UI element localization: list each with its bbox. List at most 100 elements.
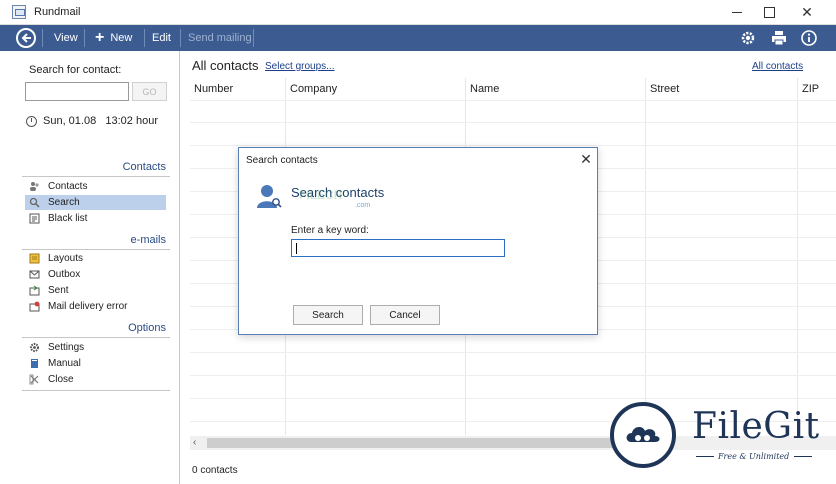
row-divider: [190, 352, 836, 353]
row-divider: [190, 122, 836, 123]
section-header-contacts: Contacts: [22, 161, 170, 177]
section-header-options: Options: [22, 322, 170, 338]
back-icon: [21, 33, 31, 43]
column-header-street[interactable]: Street: [650, 83, 679, 95]
filegit-tagline: Free & Unlimited: [718, 452, 790, 461]
send-mailing-button[interactable]: Send mailing: [188, 25, 252, 51]
maximize-button[interactable]: [750, 0, 788, 25]
plus-icon: +: [95, 29, 105, 46]
dialog-close-button[interactable]: ✕: [578, 151, 594, 167]
sidebar-item-label: Contacts: [48, 181, 88, 192]
search-contacts-dialog: Search contacts ✕ Search contacts FILECR…: [238, 147, 598, 335]
filecr-watermark: FILECR: [299, 188, 343, 202]
toolbar-separator: [144, 29, 145, 47]
column-divider: [645, 78, 646, 435]
select-groups-link[interactable]: Select groups...: [265, 61, 334, 72]
sidebar-item-label: Mail delivery error: [48, 301, 128, 312]
datetime-text: Sun, 01.08 13:02 hour: [43, 115, 158, 127]
title-bar: Rundmail ✕: [0, 0, 836, 25]
contacts-count: 0 contacts: [192, 465, 238, 476]
sidebar-item-black-list[interactable]: Black list: [25, 211, 166, 226]
filegit-logo: [610, 402, 676, 468]
clock-icon: [26, 115, 37, 127]
toolbar-separator: [42, 29, 43, 47]
sidebar-item-label: Close: [48, 374, 74, 385]
filegit-brand-name: FileGit: [692, 406, 820, 447]
sidebar-item-label: Manual: [48, 358, 81, 369]
cancel-button[interactable]: Cancel: [370, 305, 440, 325]
row-divider: [190, 145, 836, 146]
sidebar-item-layouts[interactable]: Layouts: [25, 251, 166, 266]
row-divider: [190, 100, 836, 101]
toolbar-separator: [84, 29, 85, 47]
filegit-watermark: FileGit Free & Unlimited: [608, 400, 833, 470]
toolbar-separator: [253, 29, 254, 47]
scrollbar-thumb[interactable]: [207, 438, 627, 448]
keyword-label: Enter a key word:: [291, 225, 369, 236]
sidebar-item-label: Black list: [48, 213, 88, 224]
column-header-number[interactable]: Number: [194, 83, 233, 95]
tagline-divider: [794, 456, 812, 457]
outbox-icon: [29, 270, 40, 279]
new-button[interactable]: + New: [95, 25, 132, 51]
window-title: Rundmail: [34, 6, 81, 18]
sidebar-item-label: Settings: [48, 342, 85, 353]
back-button[interactable]: [16, 28, 36, 48]
sidebar-item-manual[interactable]: Manual: [25, 356, 166, 371]
section-header-emails: e-mails: [22, 234, 170, 250]
sidebar-divider: [22, 390, 170, 391]
row-divider: [190, 375, 836, 376]
keyword-input[interactable]: [291, 239, 505, 257]
sidebar-item-settings[interactable]: Settings: [25, 340, 166, 355]
column-divider: [797, 78, 798, 435]
datetime-row: Sun, 01.08 13:02 hour: [26, 115, 158, 127]
printer-icon: [772, 31, 786, 46]
column-header-company[interactable]: Company: [290, 83, 337, 95]
contact-search-icon: [257, 185, 282, 208]
info-icon: [801, 30, 817, 46]
blacklist-icon: [29, 213, 40, 224]
search-input[interactable]: [25, 82, 129, 101]
toolbar: View + New Edit Send mailing: [0, 25, 836, 51]
sidebar-item-label: Search: [48, 197, 80, 208]
scroll-left-icon[interactable]: ‹: [193, 437, 196, 448]
sidebar-item-mail-delivery-error[interactable]: Mail delivery error: [25, 299, 166, 314]
search-button[interactable]: Search: [293, 305, 363, 325]
sidebar-item-contacts[interactable]: Contacts: [25, 179, 166, 194]
sidebar-item-sent[interactable]: Sent: [25, 283, 166, 298]
column-header-name[interactable]: Name: [470, 83, 499, 95]
sidebar-item-close[interactable]: Close: [25, 372, 166, 387]
info-button[interactable]: [800, 29, 818, 47]
sidebar-item-label: Sent: [48, 285, 69, 296]
close-icon: [29, 374, 39, 385]
app-icon: [12, 5, 26, 19]
column-header-zip[interactable]: ZIP: [802, 83, 819, 95]
sidebar-item-label: Layouts: [48, 253, 84, 264]
sidebar-item-search[interactable]: Search: [25, 195, 166, 210]
mail-error-icon: [29, 301, 40, 312]
print-button[interactable]: [770, 29, 788, 47]
filecr-watermark-domain: .com: [355, 202, 371, 209]
sent-icon: [29, 285, 40, 296]
sidebar-item-label: Outbox: [48, 269, 81, 280]
view-button[interactable]: View: [54, 25, 78, 51]
edit-button[interactable]: Edit: [152, 25, 171, 51]
close-window-button[interactable]: ✕: [788, 0, 826, 25]
gear-icon: [30, 343, 39, 352]
cloud-icon: [626, 427, 660, 442]
new-label: New: [110, 32, 133, 44]
settings-button[interactable]: [739, 29, 757, 47]
book-icon: [31, 359, 38, 368]
go-button[interactable]: GO: [132, 82, 167, 101]
tagline-divider: [696, 456, 714, 457]
all-contacts-link[interactable]: All contacts: [752, 61, 803, 72]
search-label: Search for contact:: [29, 64, 122, 76]
sidebar: Search for contact: GO Sun, 01.08 13:02 …: [0, 51, 180, 484]
layouts-icon: [29, 253, 40, 264]
page-title: All contacts: [192, 58, 259, 73]
search-icon: [29, 197, 40, 208]
contacts-icon: [30, 182, 39, 191]
gear-icon: [741, 31, 755, 45]
sidebar-item-outbox[interactable]: Outbox: [25, 267, 166, 282]
row-divider: [190, 398, 836, 399]
